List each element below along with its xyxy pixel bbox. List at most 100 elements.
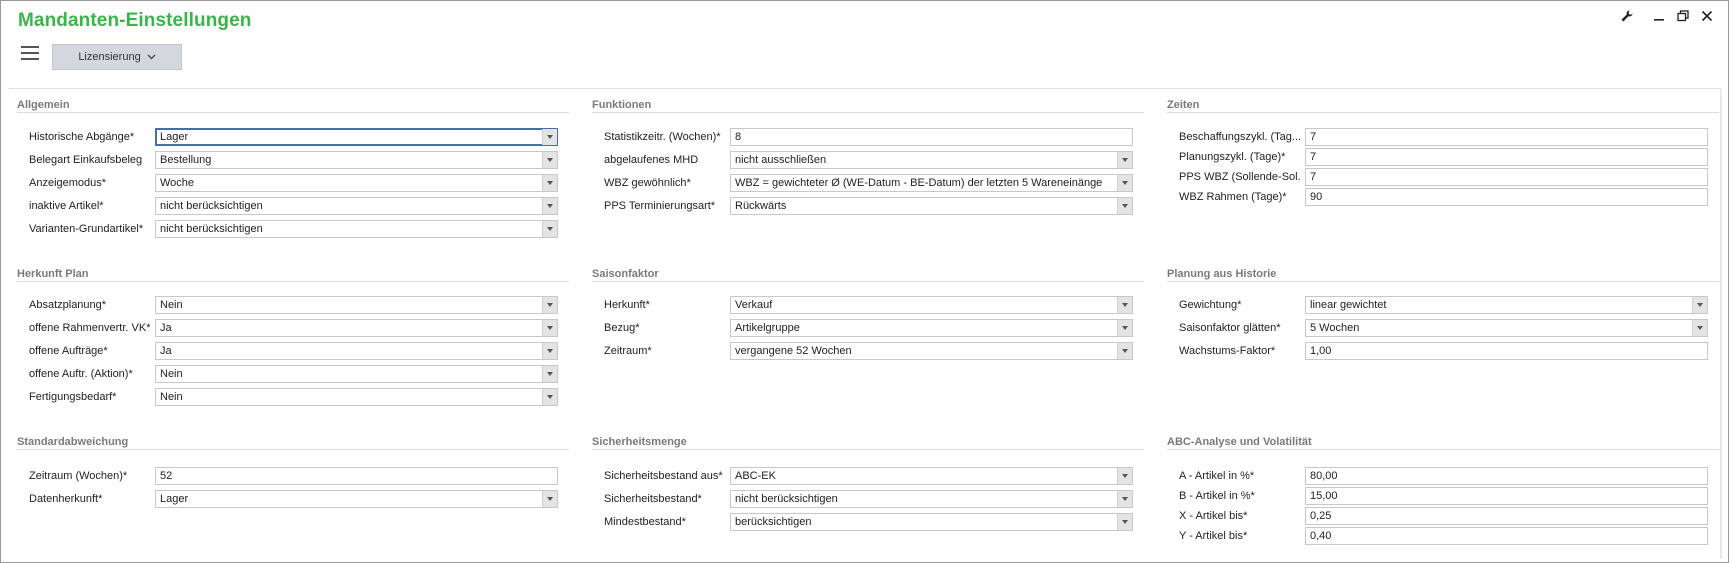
section-title-planung-historie: Planung aus Historie: [1167, 268, 1277, 280]
label-y-artikel: Y - Artikel bis*: [1179, 530, 1248, 542]
toolbar-divider: [9, 88, 1721, 89]
select-sicherheitsbestand-aus[interactable]: ABC-EK: [730, 467, 1133, 485]
section-title-zeiten: Zeiten: [1167, 99, 1200, 111]
select-historische-abgaenge[interactable]: Lager: [155, 128, 558, 146]
select-offene-rahmenvertr[interactable]: Ja: [155, 319, 558, 337]
select-varianten-grundartikel[interactable]: nicht berücksichtigen: [155, 220, 558, 238]
label-statistikzeitr: Statistikzeitr. (Wochen)*: [604, 131, 721, 143]
input-statistikzeitr[interactable]: 8: [730, 128, 1133, 146]
dropdown-arrow-icon[interactable]: [542, 129, 557, 145]
select-absatzplanung[interactable]: Nein: [155, 296, 558, 314]
select-fertigungsbedarf[interactable]: Nein: [155, 388, 558, 406]
dropdown-arrow-icon[interactable]: [542, 343, 557, 359]
dropdown-arrow-icon[interactable]: [542, 198, 557, 214]
dropdown-arrow-icon[interactable]: [1117, 320, 1132, 336]
select-anzeigemodus[interactable]: Woche: [155, 174, 558, 192]
minimize-icon[interactable]: [1650, 7, 1668, 25]
input-y-artikel[interactable]: 0,40: [1305, 527, 1708, 545]
dropdown-arrow-icon[interactable]: [1117, 198, 1132, 214]
select-sicherheitsbestand[interactable]: nicht berücksichtigen: [730, 490, 1133, 508]
label-anzeigemodus: Anzeigemodus*: [29, 177, 107, 189]
dropdown-arrow-icon[interactable]: [1117, 343, 1132, 359]
select-saisonfaktor-glaetten[interactable]: 5 Wochen: [1305, 319, 1708, 337]
section-title-allgemein: Allgemein: [17, 99, 70, 111]
label-pps-terminierungsart: PPS Terminierungsart*: [604, 200, 716, 212]
section-divider: [1167, 112, 1719, 113]
label-belegart-einkaufsbeleg: Belegart Einkaufsbeleg: [29, 154, 143, 166]
input-x-artikel[interactable]: 0,25: [1305, 507, 1708, 525]
input-a-artikel[interactable]: 80,00: [1305, 467, 1708, 485]
select-wbz-gewoehnlich[interactable]: WBZ = gewichteter Ø (WE-Datum - BE-Datum…: [730, 174, 1133, 192]
label-wachstums-faktor: Wachstums-Faktor*: [1179, 345, 1276, 357]
wrench-icon[interactable]: [1618, 7, 1636, 25]
select-pps-terminierungsart[interactable]: Rückwärts: [730, 197, 1133, 215]
label-offene-auftraege: offene Aufträge*: [29, 345, 108, 357]
label-varianten-grundartikel: Varianten-Grundartikel*: [29, 223, 144, 235]
select-offene-auftraege[interactable]: Ja: [155, 342, 558, 360]
section-divider: [17, 112, 569, 113]
input-b-artikel[interactable]: 15,00: [1305, 487, 1708, 505]
label-zeitraum-wochen: Zeitraum (Wochen)*: [29, 470, 128, 482]
label-beschaffungszykl: Beschaffungszykl. (Tag...: [1179, 131, 1301, 143]
dropdown-arrow-icon[interactable]: [542, 491, 557, 507]
hamburger-icon[interactable]: [21, 46, 39, 62]
label-offene-auftr-aktion: offene Auftr. (Aktion)*: [29, 368, 133, 380]
section-title-herkunft-plan: Herkunft Plan: [17, 268, 89, 280]
dropdown-arrow-icon[interactable]: [542, 366, 557, 382]
label-saisonfaktor-glaetten: Saisonfaktor glätten*: [1179, 322, 1281, 334]
label-zeitraum: Zeitraum*: [604, 345, 652, 357]
dropdown-arrow-icon[interactable]: [1117, 152, 1132, 168]
dropdown-arrow-icon[interactable]: [1117, 297, 1132, 313]
label-inaktive-artikel: inaktive Artikel*: [29, 200, 104, 212]
section-divider: [1167, 449, 1719, 450]
label-a-artikel: A - Artikel in %*: [1179, 470, 1255, 482]
select-abgelaufenes-mhd[interactable]: nicht ausschließen: [730, 151, 1133, 169]
label-herkunft: Herkunft*: [604, 299, 650, 311]
section-divider: [17, 281, 569, 282]
select-gewichtung[interactable]: linear gewichtet: [1305, 296, 1708, 314]
label-x-artikel: X - Artikel bis*: [1179, 510, 1248, 522]
dropdown-arrow-icon[interactable]: [542, 297, 557, 313]
dropdown-arrow-icon[interactable]: [1117, 491, 1132, 507]
input-beschaffungszykl[interactable]: 7: [1305, 128, 1708, 146]
select-inaktive-artikel[interactable]: nicht berücksichtigen: [155, 197, 558, 215]
label-sicherheitsbestand: Sicherheitsbestand*: [604, 493, 702, 505]
section-title-saisonfaktor: Saisonfaktor: [592, 268, 659, 280]
input-wachstums-faktor[interactable]: 1,00: [1305, 342, 1708, 360]
input-zeitraum-wochen[interactable]: 52: [155, 467, 558, 485]
section-title-funktionen: Funktionen: [592, 99, 652, 111]
label-fertigungsbedarf: Fertigungsbedarf*: [29, 391, 117, 403]
label-abgelaufenes-mhd: abgelaufenes MHD: [604, 154, 699, 166]
dropdown-arrow-icon[interactable]: [1117, 514, 1132, 530]
label-planungszykl: Planungszykl. (Tage)*: [1179, 151, 1286, 163]
label-wbz-gewoehnlich: WBZ gewöhnlich*: [604, 177, 691, 189]
input-pps-wbz[interactable]: 7: [1305, 168, 1708, 186]
select-herkunft[interactable]: Verkauf: [730, 296, 1133, 314]
select-belegart-einkaufsbeleg[interactable]: Bestellung: [155, 151, 558, 169]
dropdown-arrow-icon[interactable]: [542, 389, 557, 405]
dropdown-arrow-icon[interactable]: [542, 152, 557, 168]
select-bezug[interactable]: Artikelgruppe: [730, 319, 1133, 337]
dropdown-arrow-icon[interactable]: [542, 221, 557, 237]
select-datenherkunft[interactable]: Lager: [155, 490, 558, 508]
select-zeitraum[interactable]: vergangene 52 Wochen: [730, 342, 1133, 360]
tab-lizensierung[interactable]: Lizensierung: [52, 44, 182, 70]
label-bezug: Bezug*: [604, 322, 640, 334]
dropdown-arrow-icon[interactable]: [1117, 175, 1132, 191]
label-gewichtung: Gewichtung*: [1179, 299, 1242, 311]
dropdown-arrow-icon[interactable]: [1117, 468, 1132, 484]
select-mindestbestand[interactable]: berücksichtigen: [730, 513, 1133, 531]
input-wbz-rahmen[interactable]: 90: [1305, 188, 1708, 206]
label-datenherkunft: Datenherkunft*: [29, 493, 103, 505]
close-icon[interactable]: [1698, 7, 1716, 25]
dropdown-arrow-icon[interactable]: [542, 320, 557, 336]
restore-icon[interactable]: [1674, 7, 1692, 25]
input-planungszykl[interactable]: 7: [1305, 148, 1708, 166]
dropdown-arrow-icon[interactable]: [542, 175, 557, 191]
dropdown-arrow-icon[interactable]: [1692, 297, 1707, 313]
label-pps-wbz: PPS WBZ (Sollende-Sol...: [1179, 171, 1301, 183]
section-divider: [592, 449, 1144, 450]
select-offene-auftr-aktion[interactable]: Nein: [155, 365, 558, 383]
dropdown-arrow-icon[interactable]: [1692, 320, 1707, 336]
section-title-standardabweichung: Standardabweichung: [17, 436, 129, 448]
